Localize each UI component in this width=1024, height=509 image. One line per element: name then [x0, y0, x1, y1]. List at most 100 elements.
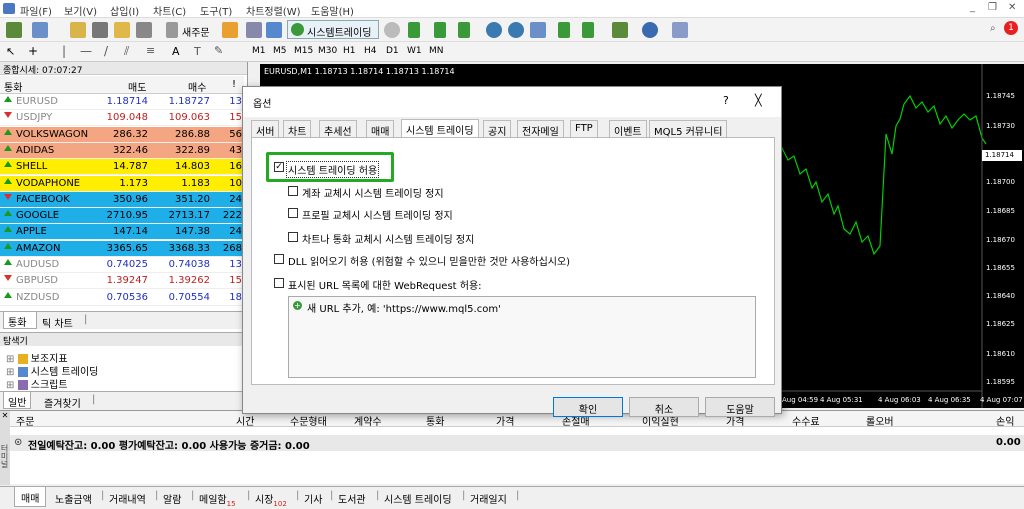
header-bid[interactable]: 매도 [128, 79, 146, 94]
tab-trade[interactable]: 매매 [14, 487, 47, 507]
tile-windows-icon[interactable] [530, 22, 546, 38]
templates-icon[interactable] [672, 22, 688, 38]
horizontal-line-icon[interactable]: — [80, 44, 92, 58]
data-window-icon[interactable] [92, 22, 108, 38]
tab-market[interactable]: 시장102 [255, 491, 287, 508]
timeframe-h4[interactable]: H4 [364, 46, 377, 56]
new-order-icon[interactable] [166, 22, 178, 38]
timeframe-m30[interactable]: M30 [318, 46, 337, 56]
timeframe-m15[interactable]: M15 [294, 46, 313, 56]
market-watch-row[interactable]: USDJPY 109.048 109.063 15 [0, 110, 244, 127]
tab-mailbox[interactable]: 메일함15 [199, 491, 236, 508]
tab-tick-chart[interactable]: 틱 차트 [42, 315, 73, 330]
dialog-help-icon[interactable]: ? [723, 94, 729, 107]
market-watch-row[interactable]: FACEBOOK 350.96 351.20 24 [0, 191, 244, 208]
market-watch-row[interactable]: GBPUSD 1.39247 1.39262 15 [0, 273, 244, 290]
menu-insert[interactable]: 삽입(I) [110, 3, 139, 18]
tab-library[interactable]: 도서관 [338, 491, 366, 506]
arrows-icon[interactable]: ✎ [214, 44, 223, 57]
line-chart-icon[interactable] [458, 22, 470, 38]
market-watch-row[interactable]: EURUSD 1.18714 1.18727 13 [0, 94, 244, 110]
allow-auto-trading-checkbox[interactable]: ✓ [274, 162, 284, 172]
chart-shift-end-icon[interactable] [582, 22, 594, 38]
allow-dll-label[interactable]: DLL 읽어오기 허용 (위험할 수 있으니 믿을만한 것만 사용하십시오) [288, 253, 570, 268]
disable-on-account-change-label[interactable]: 계좌 교체시 시스템 트레이딩 정지 [302, 185, 444, 200]
dialog-close-icon[interactable]: ╳ [755, 94, 762, 107]
timeframe-m1[interactable]: M1 [252, 46, 266, 56]
header-ask[interactable]: 매수 [188, 79, 206, 94]
terminal-icon[interactable] [136, 22, 152, 38]
crosshair-icon[interactable]: + [28, 44, 38, 58]
col-commission[interactable]: 수수료 [792, 413, 820, 428]
zoom-out-icon[interactable] [508, 22, 524, 38]
balance-row[interactable]: ⊙ 전일예탁잔고: 0.00 평가예탁잔고: 0.00 사용가능 증거금: 0.… [10, 435, 1024, 452]
header-symbol[interactable]: 통화 [4, 79, 22, 94]
col-volume[interactable]: 계약수 [354, 413, 382, 428]
tab-history[interactable]: 거래내역 [109, 491, 146, 506]
timeframe-m5[interactable]: M5 [273, 46, 287, 56]
timeframe-h1[interactable]: H1 [343, 46, 356, 56]
add-url-icon[interactable]: + [293, 301, 302, 310]
tab-trade-settings[interactable]: 매매 [366, 120, 395, 138]
auto-scroll-icon[interactable] [558, 22, 570, 38]
new-chart-icon[interactable] [6, 22, 22, 38]
timeframe-mn[interactable]: MN [429, 46, 444, 56]
col-swap[interactable]: 롤오버 [866, 413, 894, 428]
profiles-icon[interactable] [32, 22, 48, 38]
disable-on-profile-change-label[interactable]: 프로필 교체시 시스템 트레이딩 정지 [302, 207, 453, 222]
allow-auto-trading-label[interactable]: 시스템 트레이딩 허용 [286, 161, 380, 178]
market-watch-row[interactable]: GOOGLE 2710.95 2713.17 222 [0, 208, 244, 225]
tab-news[interactable]: 기사 [304, 491, 322, 506]
tab-ftp[interactable]: FTP [570, 120, 598, 138]
menu-help[interactable]: 도움말(H) [311, 3, 354, 18]
restore-icon[interactable]: ❐ [988, 2, 997, 13]
zoom-in-icon[interactable] [486, 22, 502, 38]
trendline-icon[interactable]: / [104, 44, 108, 58]
tab-charts[interactable]: 차트 [283, 120, 312, 138]
url-list[interactable]: + 새 URL 추가, 예: 'https://www.mql5.com' [288, 296, 756, 378]
col-profit[interactable]: 손익 [996, 413, 1014, 428]
nav-scripts[interactable]: ⊞ 스크립트 [6, 376, 68, 391]
timeframe-w1[interactable]: W1 [407, 46, 422, 56]
menu-file[interactable]: 파일(F) [20, 3, 52, 18]
tab-alerts[interactable]: 알람 [163, 491, 181, 506]
chart-shift-icon[interactable] [384, 22, 400, 38]
metaeditor-icon[interactable] [222, 22, 238, 38]
strategy-tester-icon[interactable] [266, 22, 282, 38]
tab-server[interactable]: 서버 [251, 120, 280, 138]
tab-email[interactable]: 전자메일 [517, 120, 564, 138]
menu-tools[interactable]: 도구(T) [200, 3, 232, 18]
text-icon[interactable]: A [172, 45, 180, 58]
allow-webrequest-checkbox[interactable] [274, 278, 284, 288]
market-watch-row[interactable]: APPLE 147.14 147.38 24 [0, 224, 244, 241]
fibonacci-icon[interactable]: ≡ [146, 44, 155, 57]
tab-notifications[interactable]: 공지 [483, 120, 512, 138]
market-watch-icon[interactable] [70, 22, 86, 38]
signals-icon[interactable] [246, 22, 262, 38]
search-icon[interactable]: ⌕ [990, 23, 996, 34]
channel-icon[interactable]: ⫽ [124, 44, 129, 59]
tab-experts[interactable]: 시스템 트레이딩 [384, 491, 452, 506]
menu-view[interactable]: 보기(V) [64, 3, 97, 18]
bar-chart-icon[interactable] [408, 22, 420, 38]
disable-on-account-change-checkbox[interactable] [288, 186, 298, 196]
tab-expert-advisors[interactable]: 시스템 트레이딩 [401, 119, 479, 138]
tab-symbols[interactable]: 통화 [3, 312, 37, 329]
terminal-close-icon[interactable]: ✕ [0, 411, 10, 427]
tab-exposure[interactable]: 노출금액 [55, 491, 92, 506]
market-watch-row[interactable]: ADIDAS 322.46 322.89 43 [0, 142, 244, 159]
disable-on-symbol-change-label[interactable]: 차트나 통화 교체시 시스템 트레이딩 정지 [302, 231, 474, 246]
disable-on-profile-change-checkbox[interactable] [288, 208, 298, 218]
col-type[interactable]: 수문형태 [290, 413, 327, 428]
header-spread[interactable]: ! [232, 79, 236, 90]
market-watch-row[interactable]: AUDUSD 0.74025 0.74038 13 [0, 257, 244, 273]
tab-journal[interactable]: 거래일지 [470, 491, 507, 506]
ok-button[interactable]: 확인 [553, 397, 623, 417]
market-watch-row[interactable]: VOLKSWAGON 286.32 286.88 56 [0, 126, 244, 143]
text-label-icon[interactable]: T [194, 45, 201, 58]
market-watch-row[interactable]: AMAZON 3365.65 3368.33 268 [0, 240, 244, 257]
tab-favorites[interactable]: 즐겨찾기 [44, 395, 81, 410]
add-url-placeholder[interactable]: 새 URL 추가, 예: 'https://www.mql5.com' [307, 300, 501, 315]
col-time[interactable]: 시간 [236, 413, 254, 428]
vertical-line-icon[interactable]: | [62, 44, 66, 58]
